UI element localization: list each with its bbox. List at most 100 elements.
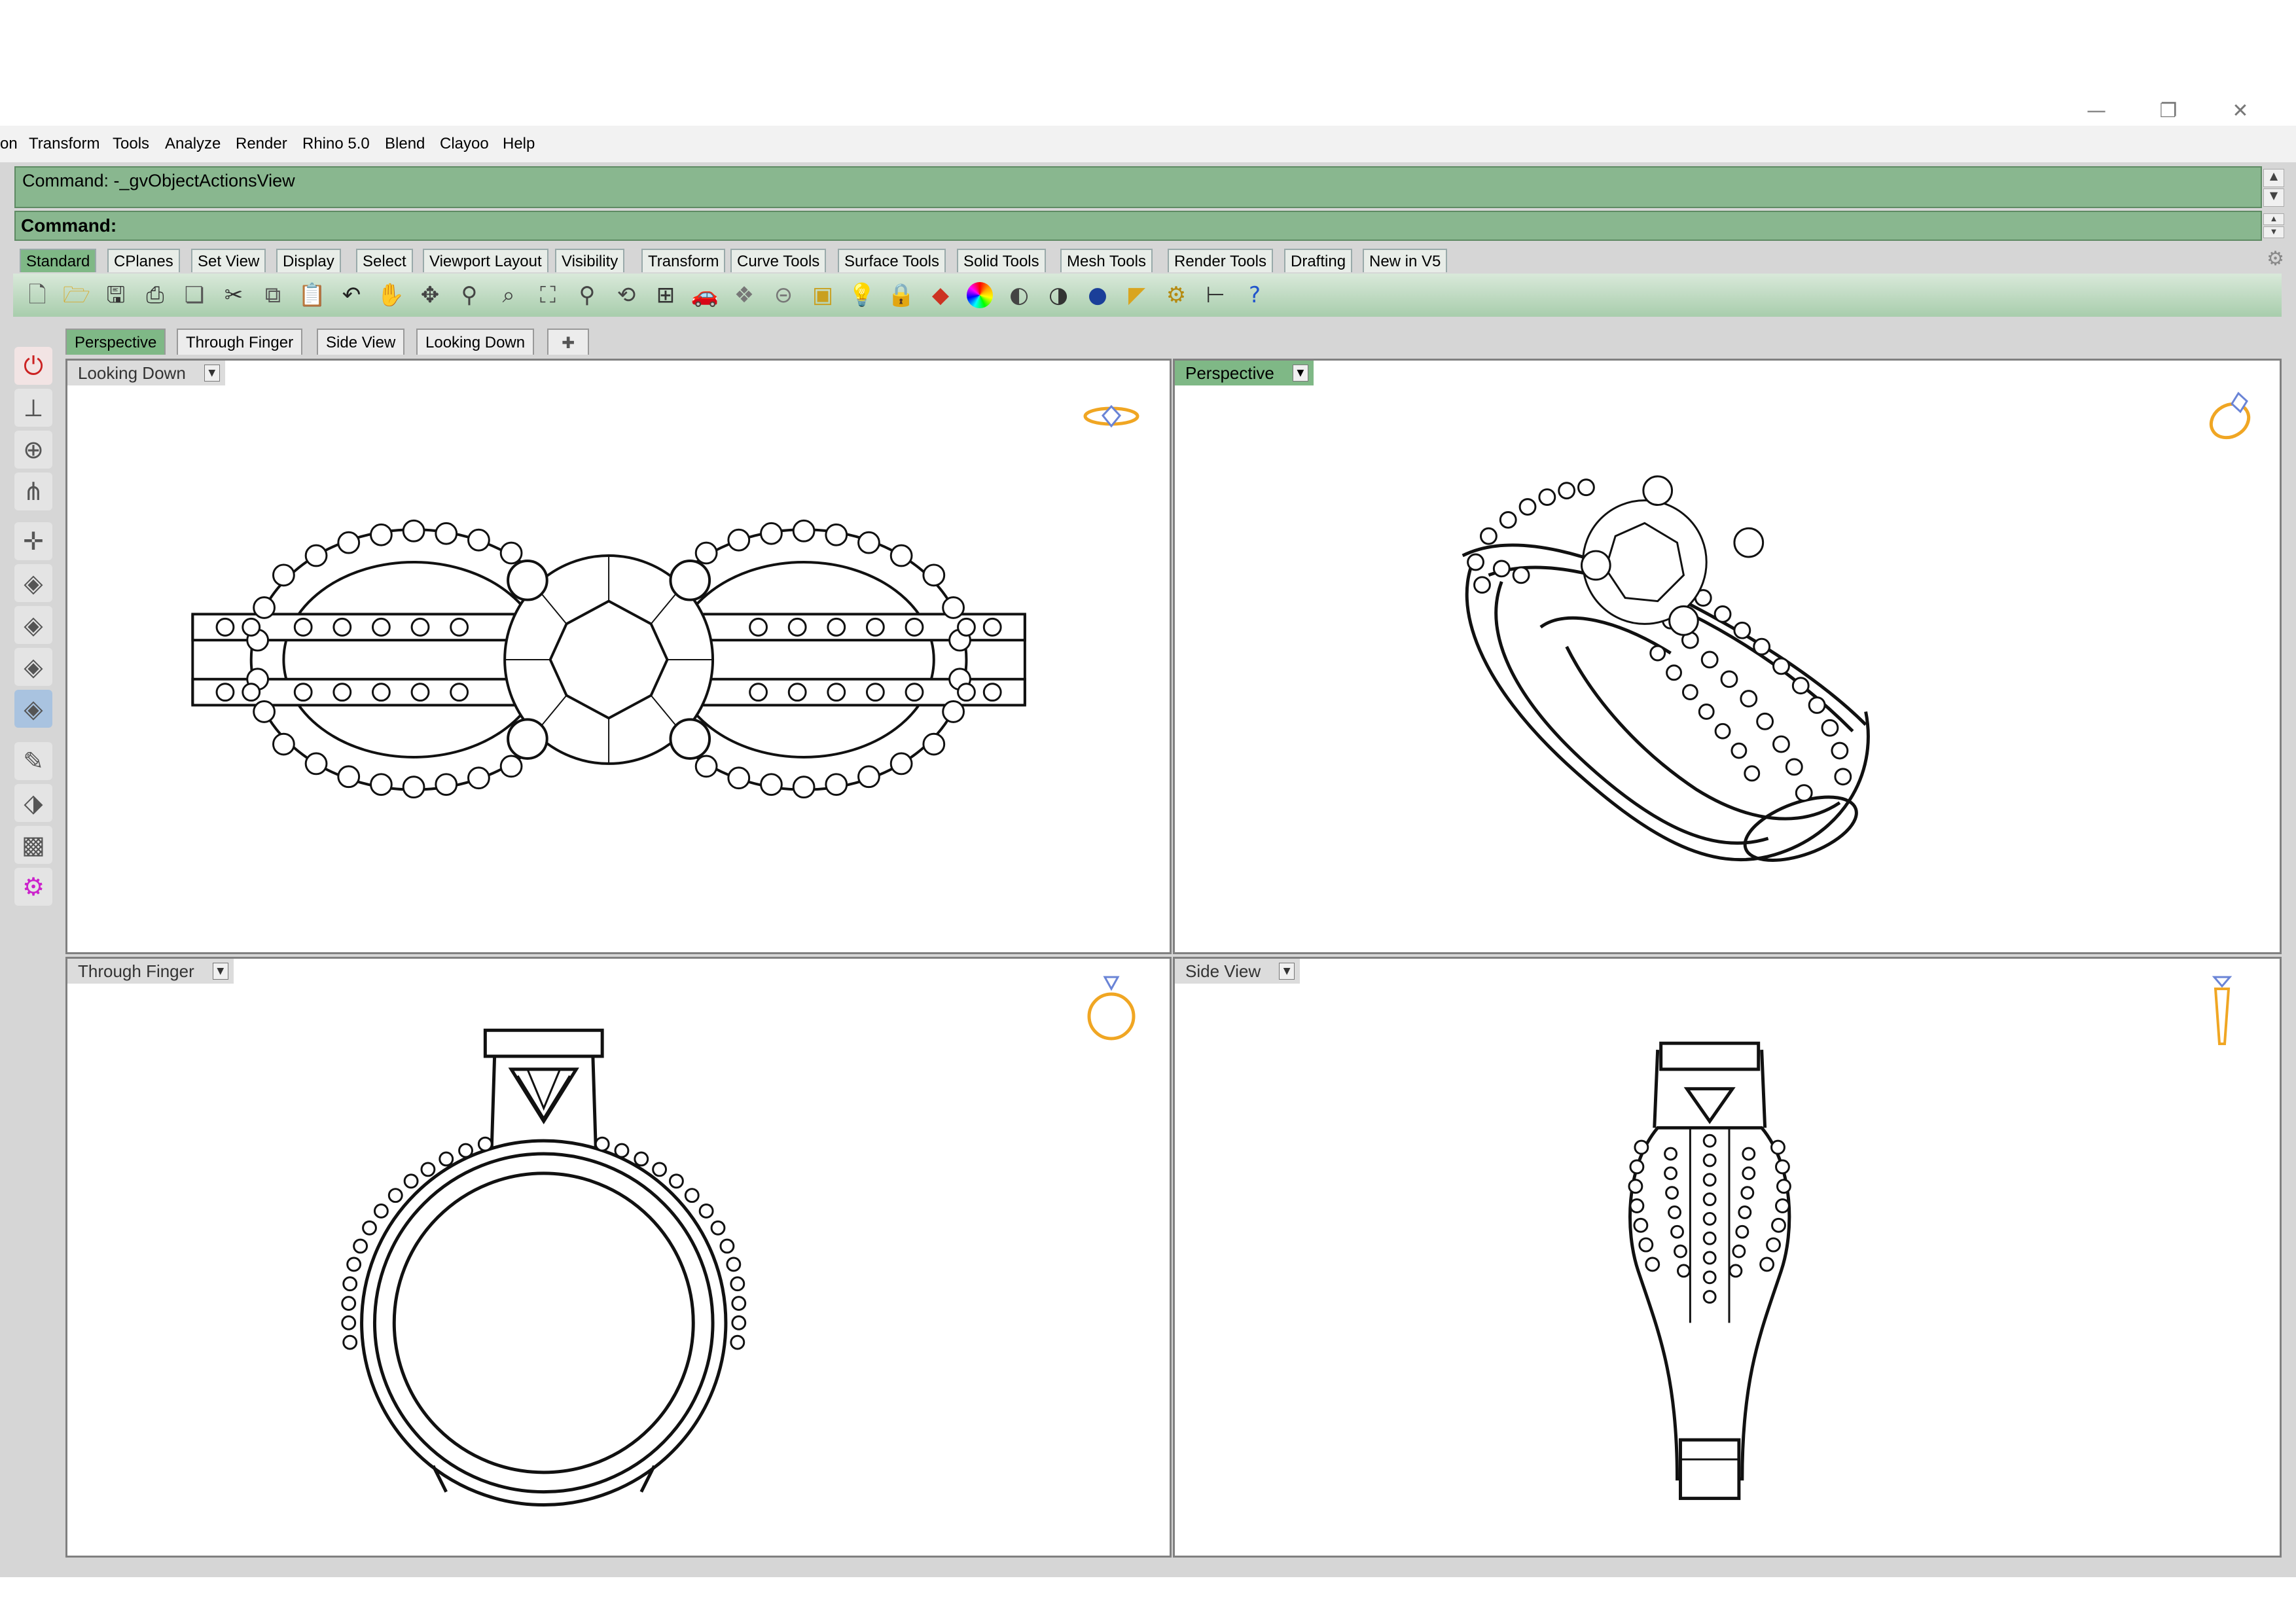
render-sphere-icon[interactable]: ● <box>1081 279 1114 312</box>
help-icon[interactable]: ? <box>1238 279 1271 312</box>
viewport-tab-looking-down[interactable]: Looking Down <box>416 329 535 355</box>
dimension-icon[interactable]: ⊢ <box>1199 279 1232 312</box>
ring-orientation-side-icon[interactable] <box>2202 972 2242 1050</box>
orbit-icon[interactable]: ⊕ <box>14 431 52 469</box>
tab-drafting[interactable]: Drafting <box>1284 249 1353 272</box>
history-scroll-up[interactable]: ▲ <box>2263 169 2284 187</box>
tab-transform[interactable]: Transform <box>641 249 726 272</box>
tab-curve-tools[interactable]: Curve Tools <box>730 249 827 272</box>
color-wheel-icon[interactable] <box>967 282 993 308</box>
menu-tools[interactable]: Tools <box>113 126 149 162</box>
restore-button[interactable]: ❐ <box>2145 92 2191 131</box>
viewport-menu-dropdown[interactable]: ▼ <box>212 963 228 980</box>
properties-icon[interactable]: ◤ <box>1121 279 1153 312</box>
named-views-icon[interactable]: ❖ <box>728 279 761 312</box>
ring-orientation-top-icon[interactable] <box>1082 400 1141 433</box>
surface-icon[interactable]: ▩ <box>14 826 52 864</box>
car-render-icon[interactable]: 🚗 <box>689 279 721 312</box>
copy-icon[interactable]: ⧉ <box>257 279 289 312</box>
viewport-label-perspective[interactable]: Perspective ▼ <box>1175 361 1314 385</box>
viewport-tab-side-view[interactable]: Side View <box>317 329 405 355</box>
cmd-spin-up[interactable]: ▲ <box>2263 213 2284 225</box>
zoom-window-icon[interactable]: ⌕ <box>492 279 525 312</box>
box-view-1-icon[interactable]: ◈ <box>14 564 52 602</box>
options-gear-icon[interactable]: ⚙ <box>1160 279 1193 312</box>
tab-set-view[interactable]: Set View <box>191 249 266 272</box>
menu-render[interactable]: Render <box>236 126 287 162</box>
tab-surface-tools[interactable]: Surface Tools <box>838 249 946 272</box>
close-button[interactable]: ✕ <box>2217 92 2263 131</box>
menu-rhino5[interactable]: Rhino 5.0 <box>302 126 370 162</box>
axes-icon[interactable]: ✛ <box>14 522 52 560</box>
tab-new-in-v5[interactable]: New in V5 <box>1363 249 1448 272</box>
texture-icon[interactable]: ⬗ <box>14 784 52 822</box>
viewport-side-view[interactable]: Side View ▼ <box>1173 957 2282 1558</box>
viewport-menu-dropdown[interactable]: ▼ <box>1292 365 1308 382</box>
viewport-tab-perspective[interactable]: Perspective <box>65 329 166 355</box>
print-icon[interactable]: ⎙ <box>139 279 171 312</box>
move-view-icon[interactable]: ✥ <box>414 279 446 312</box>
ring-orientation-perspective-icon[interactable] <box>2202 387 2261 446</box>
zoom-selected-icon[interactable]: ⚲ <box>571 279 603 312</box>
add-viewport-tab-button[interactable]: ✚ <box>547 329 589 355</box>
viewport-label-through-finger[interactable]: Through Finger ▼ <box>67 959 234 984</box>
viewport-through-finger[interactable]: Through Finger ▼ <box>65 957 1172 1558</box>
shaded-sphere-icon[interactable]: ◐ <box>1003 279 1035 312</box>
tab-render-tools[interactable]: Render Tools <box>1168 249 1273 272</box>
zoom-extents-icon[interactable]: ⛶ <box>531 279 564 312</box>
tab-mesh-tools[interactable]: Mesh Tools <box>1060 249 1153 272</box>
paste-icon[interactable]: 📋 <box>296 279 329 312</box>
open-icon[interactable]: 🗁 <box>60 279 93 312</box>
new-icon[interactable]: 🗋 <box>21 279 54 312</box>
zoom-icon[interactable]: ⚲ <box>453 279 486 312</box>
pan-hand-icon[interactable]: ✋ <box>374 279 407 312</box>
cut-icon[interactable]: ✂ <box>217 279 250 312</box>
tab-select[interactable]: Select <box>356 249 413 272</box>
menu-analyze[interactable]: Analyze <box>165 126 221 162</box>
menu-clayoo[interactable]: Clayoo <box>440 126 489 162</box>
ring-side-view-drawing <box>1628 1041 1791 1501</box>
paint-icon[interactable]: ✎ <box>14 742 52 780</box>
box-view-2-icon[interactable]: ◈ <box>14 606 52 644</box>
history-scroll-down[interactable]: ▼ <box>2263 188 2284 207</box>
minimize-button[interactable]: — <box>2073 92 2119 131</box>
gumball-icon[interactable]: ⟂ <box>14 389 52 427</box>
viewport-perspective[interactable]: Perspective ▼ <box>1173 359 2282 954</box>
stop-icon[interactable]: ⏻ <box>14 347 52 385</box>
rotate-view-icon[interactable]: ⟲ <box>610 279 643 312</box>
template-icon[interactable]: ❏ <box>178 279 211 312</box>
viewport-label-side-view[interactable]: Side View ▼ <box>1175 959 1300 984</box>
menu-transform[interactable]: Transform <box>29 126 99 162</box>
layer-icon[interactable]: ◆ <box>924 279 957 312</box>
tab-standard[interactable]: Standard <box>20 249 97 272</box>
menu-help[interactable]: Help <box>503 126 535 162</box>
tab-solid-tools[interactable]: Solid Tools <box>957 249 1046 272</box>
viewport-tab-through-finger[interactable]: Through Finger <box>177 329 303 355</box>
tab-display[interactable]: Display <box>276 249 341 272</box>
lock-icon[interactable]: 🔒 <box>885 279 918 312</box>
viewport-menu-dropdown[interactable]: ▼ <box>204 365 220 382</box>
cplane-icon[interactable]: ⋔ <box>14 473 52 510</box>
tab-viewport-layout[interactable]: Viewport Layout <box>423 249 548 272</box>
menu-dimension[interactable]: on <box>0 126 18 162</box>
tab-visibility[interactable]: Visibility <box>555 249 625 272</box>
four-viewports-icon[interactable]: ⊞ <box>649 279 682 312</box>
box-view-3-icon[interactable]: ◈ <box>14 648 52 686</box>
light-icon[interactable]: 💡 <box>846 279 878 312</box>
command-input[interactable]: Command: <box>14 211 2262 241</box>
menu-blend[interactable]: Blend <box>385 126 425 162</box>
ring-orientation-front-icon[interactable] <box>1082 972 1141 1044</box>
hide-icon[interactable]: ⊝ <box>767 279 800 312</box>
gear-plugin-icon[interactable]: ⚙ <box>14 868 52 906</box>
box-view-4-icon[interactable]: ◈ <box>14 690 52 728</box>
undo-icon[interactable]: ↶ <box>335 279 368 312</box>
tab-cplanes[interactable]: CPlanes <box>107 249 180 272</box>
save-icon[interactable]: 🖫 <box>99 279 132 312</box>
show-icon[interactable]: ▣ <box>806 279 839 312</box>
viewport-looking-down[interactable]: Looking Down ▼ <box>65 359 1172 954</box>
cmd-spin-down[interactable]: ▼ <box>2263 226 2284 238</box>
toolbar-settings-gear-icon[interactable]: ⚙ <box>2267 247 2284 270</box>
viewport-label-looking-down[interactable]: Looking Down ▼ <box>67 361 225 385</box>
viewport-menu-dropdown[interactable]: ▼ <box>1279 963 1295 980</box>
rendered-sphere-icon[interactable]: ◑ <box>1042 279 1075 312</box>
